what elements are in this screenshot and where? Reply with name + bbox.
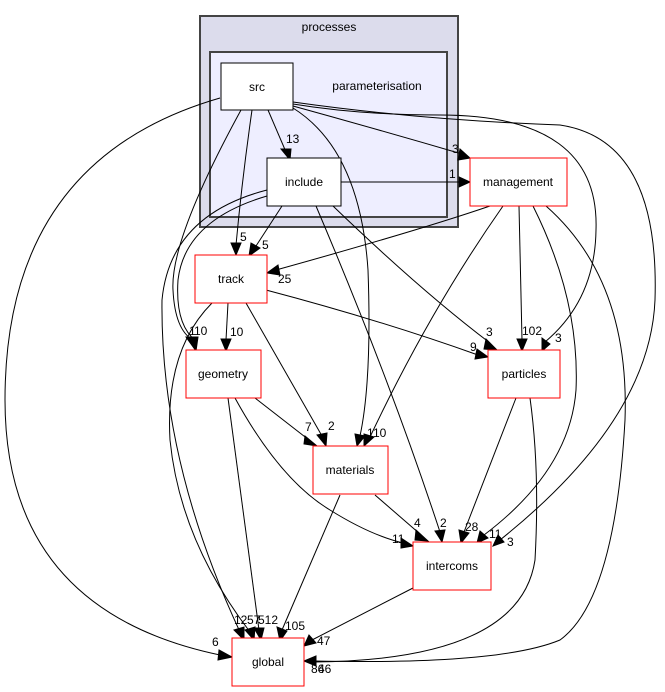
edge-track-materials-arrow (316, 432, 328, 448)
edge-intercoms-global-arrow (303, 634, 317, 647)
edge-label-src-global: 6 (212, 635, 219, 649)
edge-label-track-materials: 2 (328, 419, 335, 433)
edge-label-src-intercoms: 3 (507, 535, 514, 549)
node-materials[interactable]: materials (312, 445, 389, 495)
node-track-label: track (218, 272, 245, 286)
edge-label-src-management: 3 (452, 142, 459, 156)
edge-management-particles (518, 205, 523, 341)
node-particles-label: particles (502, 367, 547, 381)
edge-src-track-arrow (230, 242, 242, 257)
edge-track-particles-arrow (474, 348, 490, 360)
edge-label-management-track: 25 (278, 272, 292, 286)
edge-track-geometry-arrow (220, 338, 232, 353)
edge-particles-global (313, 397, 538, 663)
edge-include-track-arrow (248, 242, 261, 258)
edge-label-src-geometry: 10 (194, 324, 208, 338)
edge-track-particles (265, 289, 479, 356)
edge-label-geometry-materials: 7 (305, 420, 312, 434)
edge-include-intercoms-arrow (434, 529, 446, 544)
edge-label-materials-global: 105 (285, 619, 305, 633)
edge-geometry-materials (254, 397, 310, 441)
cluster-parameterisation-label: parameterisation (332, 79, 421, 93)
node-geometry[interactable]: geometry (185, 349, 262, 399)
edge-track-geometry (225, 302, 229, 341)
edge-label-include-management: 1 (449, 167, 456, 181)
edge-management-particles-arrow (516, 338, 528, 353)
node-include-label: include (285, 175, 323, 189)
edge-label-src-include: 13 (286, 132, 300, 146)
edge-include-management-arrow (458, 176, 472, 188)
edge-label-management-particles: 102 (522, 324, 542, 338)
node-management-label: management (483, 175, 554, 189)
edge-label-include-intercoms: 2 (440, 516, 447, 530)
edge-include-geometry-arrow (185, 336, 199, 353)
node-particles[interactable]: particles (487, 349, 561, 399)
edge-particles-intercoms (463, 397, 517, 533)
edge-label-track-particles: 9 (470, 340, 477, 354)
edge-label-particles-global: 46 (318, 662, 332, 676)
node-intercoms[interactable]: intercoms (412, 541, 492, 591)
edge-materials-global (281, 494, 341, 631)
edge-label-geometry-global: 512 (258, 613, 278, 627)
edge-label-particles-intercoms: 28 (465, 520, 479, 534)
edge-label-track-geometry: 10 (230, 325, 244, 339)
edge-label-include-particles: 3 (486, 325, 493, 339)
edge-src-management-arrow (457, 148, 472, 161)
node-src[interactable]: src (220, 62, 294, 111)
node-include[interactable]: include (266, 157, 342, 207)
node-global-label: global (252, 655, 284, 669)
edge-geometry-materials-arrow (303, 435, 319, 447)
edge-include-particles-arrow (483, 337, 499, 351)
edge-label-management-materials: 10 (373, 426, 387, 440)
edge-src-global-arrow (217, 649, 234, 661)
edge-geometry-global (227, 397, 260, 631)
edge-management-materials (369, 205, 504, 438)
node-materials-label: materials (326, 463, 375, 477)
node-management[interactable]: management (469, 157, 568, 207)
node-intercoms-label: intercoms (426, 559, 478, 573)
edge-label-src-particles: 3 (555, 331, 562, 345)
node-geometry-label: geometry (198, 367, 248, 381)
node-src-label: src (249, 80, 265, 94)
edge-label-materials-intercoms: 4 (414, 516, 421, 530)
edge-label-intercoms-global: 47 (317, 634, 331, 648)
edge-label-include-track: 5 (262, 238, 269, 252)
cluster-processes-label: processes (302, 20, 357, 34)
edge-label-geometry-intercoms: 11 (392, 532, 405, 546)
edge-label-src-track: 5 (240, 230, 247, 244)
dependency-graph: processes parameterisation 13 3 1 5 5 25 (4, 15, 656, 687)
node-track[interactable]: track (194, 254, 268, 304)
edge-intercoms-global (311, 587, 414, 641)
edge-src-particles-arrow (541, 337, 551, 353)
node-global[interactable]: global (231, 637, 305, 687)
edge-materials-intercoms-arrow (414, 528, 430, 542)
